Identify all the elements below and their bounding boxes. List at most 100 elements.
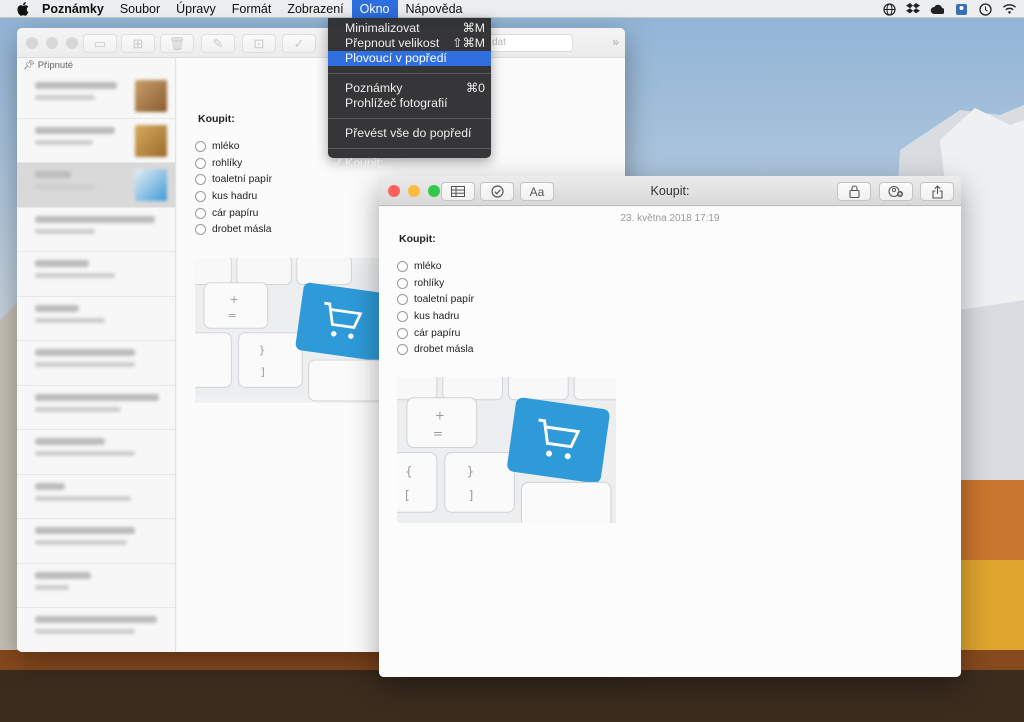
svg-text:+: + [435,409,445,423]
menu-item-bring-all-front[interactable]: Převést vše do popředí [328,126,491,141]
checklist-item[interactable]: rohlíky [397,275,474,292]
checkbox[interactable] [195,190,206,202]
list-item[interactable] [17,564,175,608]
checkbox[interactable] [397,310,408,322]
menu-bar: Poznámky Soubor Úpravy Formát Zobrazení … [0,0,1024,18]
menu-item-toggle-size[interactable]: Přepnout velikost ⇧⌘M [328,36,491,51]
checklist-button[interactable]: ✓ [282,34,316,53]
list-item[interactable] [17,252,175,297]
checkbox[interactable] [195,207,206,219]
checklist-item-label: drobet másla [414,344,474,356]
keyboard-cart-image: + = { [ } ] [397,377,616,523]
zoom-button[interactable] [428,184,440,197]
menu-soubor[interactable]: Soubor [112,0,168,18]
lock-button[interactable]: ⊡ [242,34,276,53]
svg-text:{: { [405,464,413,478]
floating-note-window: Aa Koupit: 23. května 2018 17:19 Koupit:… [379,176,961,677]
apple-menu-icon[interactable] [12,0,34,18]
list-item[interactable] [17,386,175,430]
zoom-button[interactable] [66,36,78,49]
sidebar-toggle-button[interactable]: ▭ [83,34,117,53]
close-button[interactable] [26,36,38,49]
list-item[interactable] [17,430,175,475]
checkbox[interactable] [397,327,408,339]
checkbox[interactable] [397,260,408,272]
checklist: mléko rohlíky toaletní papír kus hadru c… [397,258,474,358]
menu-upravy[interactable]: Úpravy [168,0,224,18]
dropbox-icon[interactable] [906,2,920,16]
checkbox[interactable] [397,277,408,289]
globe-icon[interactable] [882,2,896,16]
checkbox[interactable] [195,157,206,169]
checklist-item[interactable]: kus hadru [195,188,272,205]
list-item[interactable] [17,519,175,564]
checklist-item[interactable]: cár papíru [195,205,272,222]
close-button[interactable] [388,184,400,197]
menu-format[interactable]: Formát [224,0,280,18]
svg-text:]: ] [260,366,264,379]
menu-item-window-koupit[interactable]: ✓ Koupit: [328,156,491,171]
checklist-item[interactable]: kus hadru [397,308,474,325]
note-title: Koupit: [399,233,436,245]
traffic-lights [388,184,440,197]
menu-item-notes[interactable]: Poznámky ⌘0 [328,81,491,96]
menu-zobrazeni[interactable]: Zobrazení [279,0,351,18]
list-item[interactable] [17,341,175,386]
list-item[interactable] [17,74,175,119]
cloud-icon[interactable] [930,2,944,16]
share-button[interactable] [920,182,954,201]
checklist-button[interactable] [480,182,514,201]
list-item[interactable] [17,475,175,519]
checklist-item-label: toaletní papír [212,174,273,186]
menu-item-photo-browser[interactable]: Prohlížeč fotografií [328,96,491,111]
list-item[interactable] [17,297,175,341]
checkbox[interactable] [397,294,408,306]
user-shield-icon[interactable] [954,2,968,16]
okno-menu: Minimalizovat ⌘M Přepnout velikost ⇧⌘M Plo… [328,18,491,170]
time-machine-icon[interactable] [978,2,992,16]
menu-separator [328,148,491,149]
menu-okno[interactable]: Okno [351,0,398,18]
menu-app-name[interactable]: Poznámky [34,0,112,18]
checkbox[interactable] [195,140,206,152]
checkbox[interactable] [195,224,206,236]
search-input[interactable]: dat [487,34,573,52]
list-item[interactable] [17,208,175,252]
table-button[interactable] [441,182,475,201]
checklist-item-label: kus hadru [212,190,258,202]
menu-separator [328,118,491,119]
checklist-item[interactable]: toaletní papír [195,171,272,188]
checklist-item[interactable]: toaletní papír [397,291,474,308]
checklist-item[interactable]: mléko [195,138,272,155]
add-people-button[interactable] [879,182,913,201]
list-item[interactable] [17,119,175,163]
checklist-item[interactable]: drobet másla [397,341,474,358]
menu-item-minimize[interactable]: Minimalizovat ⌘M [328,21,491,36]
lock-button[interactable] [837,182,871,201]
delete-button[interactable]: 🗑 [160,34,194,53]
checklist-item-label: drobet másla [212,224,272,236]
format-button[interactable]: Aa [520,182,554,201]
lock-icon [848,185,860,198]
menu-napoveda[interactable]: Nápověda [398,0,471,18]
new-note-button[interactable]: ✎ [201,34,235,53]
minimize-button[interactable] [46,36,58,49]
gallery-view-button[interactable]: ⊞ [121,34,155,53]
pinned-label: Připnuté [37,60,74,71]
status-area [882,0,1016,18]
overflow-chevron-icon[interactable]: » [612,35,619,49]
checkbox[interactable] [397,344,408,356]
checklist-item[interactable]: rohlíky [195,155,272,172]
minimize-button[interactable] [408,184,420,197]
checkbox[interactable] [195,174,206,186]
list-item[interactable] [17,608,175,652]
checklist-item[interactable]: cár papíru [397,325,474,342]
checklist-item[interactable]: drobet másla [195,221,272,238]
list-item-selected[interactable] [17,163,175,208]
note-editor[interactable]: 23. května 2018 17:19 Koupit: mléko rohl… [379,207,961,677]
add-people-icon [888,185,903,198]
menu-item-float-on-top[interactable]: Plovoucí v popředí [328,51,491,66]
checklist-item-label: mléko [212,140,240,152]
wifi-icon[interactable] [1002,2,1016,16]
checklist-item[interactable]: mléko [397,258,474,275]
